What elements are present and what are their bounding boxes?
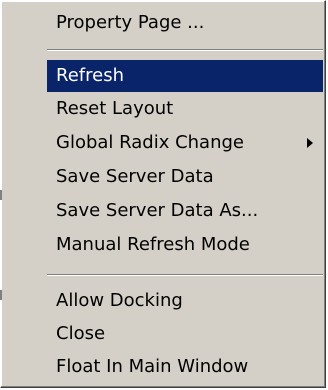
menu-item-allow-docking[interactable]: Allow Docking [47,285,323,317]
submenu-arrow-icon [307,138,313,148]
window-edge-mark [0,290,2,300]
menu-item-label: Allow Docking [56,290,183,311]
menu-separator [47,49,323,51]
menu-item-close[interactable]: Close [47,318,323,350]
menu-item-property-page[interactable]: Property Page ... [47,7,323,39]
menu-item-refresh[interactable]: Refresh [47,60,323,92]
menu-item-manual-refresh-mode[interactable]: Manual Refresh Mode [47,229,323,261]
menu-item-label: Manual Refresh Mode [56,234,250,255]
menu-item-save-server-data-as[interactable]: Save Server Data As... [47,195,323,227]
menu-item-label: Close [56,323,106,344]
menu-item-label: Reset Layout [56,98,174,119]
menu-item-label: Global Radix Change [56,132,244,153]
menu-separator [47,274,323,276]
menu-item-label: Save Server Data [56,166,214,187]
menu-item-label: Refresh [56,65,124,86]
menu-item-reset-layout[interactable]: Reset Layout [47,93,323,125]
menu-item-label: Float In Main Window [56,356,249,377]
menu-item-global-radix-change[interactable]: Global Radix Change [47,127,323,159]
menu-item-label: Property Page ... [56,12,205,33]
screenshot-canvas: Property Page ... Refresh Reset Layout G… [0,0,328,390]
menu-item-float-in-main-window[interactable]: Float In Main Window [47,351,323,383]
menu-item-label: Save Server Data As... [56,200,259,221]
menu-item-save-server-data[interactable]: Save Server Data [47,161,323,193]
window-edge-mark [0,190,2,200]
context-menu: Property Page ... Refresh Reset Layout G… [0,0,326,388]
